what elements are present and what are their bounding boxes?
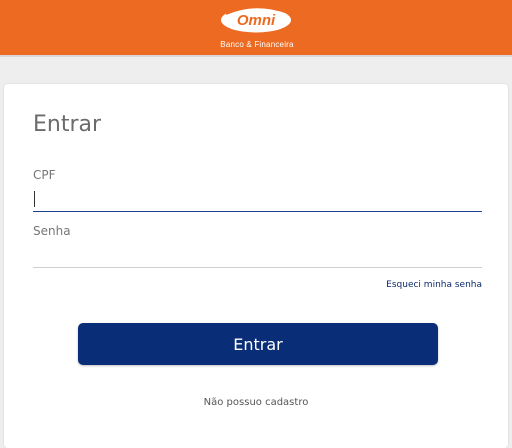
omni-logo: Omni Banco & Financeira <box>212 4 302 52</box>
forgot-password-link[interactable]: Esqueci minha senha <box>386 280 482 290</box>
svg-text:Omni: Omni <box>237 12 276 29</box>
login-button[interactable]: Entrar <box>78 323 438 365</box>
top-header: Omni Banco & Financeira <box>0 0 512 57</box>
cpf-label: CPF <box>33 168 56 182</box>
senha-input[interactable] <box>33 243 482 268</box>
no-account-link[interactable]: Não possuo cadastro <box>4 397 508 408</box>
brand-subtitle: Banco & Financeira <box>220 40 294 49</box>
login-card: Entrar CPF Senha Esqueci minha senha Ent… <box>4 84 508 448</box>
text-cursor <box>34 191 35 207</box>
senha-label: Senha <box>33 224 71 238</box>
page-title: Entrar <box>33 112 102 137</box>
cpf-input[interactable] <box>33 187 482 212</box>
omni-logo-mark: Omni <box>221 6 291 33</box>
